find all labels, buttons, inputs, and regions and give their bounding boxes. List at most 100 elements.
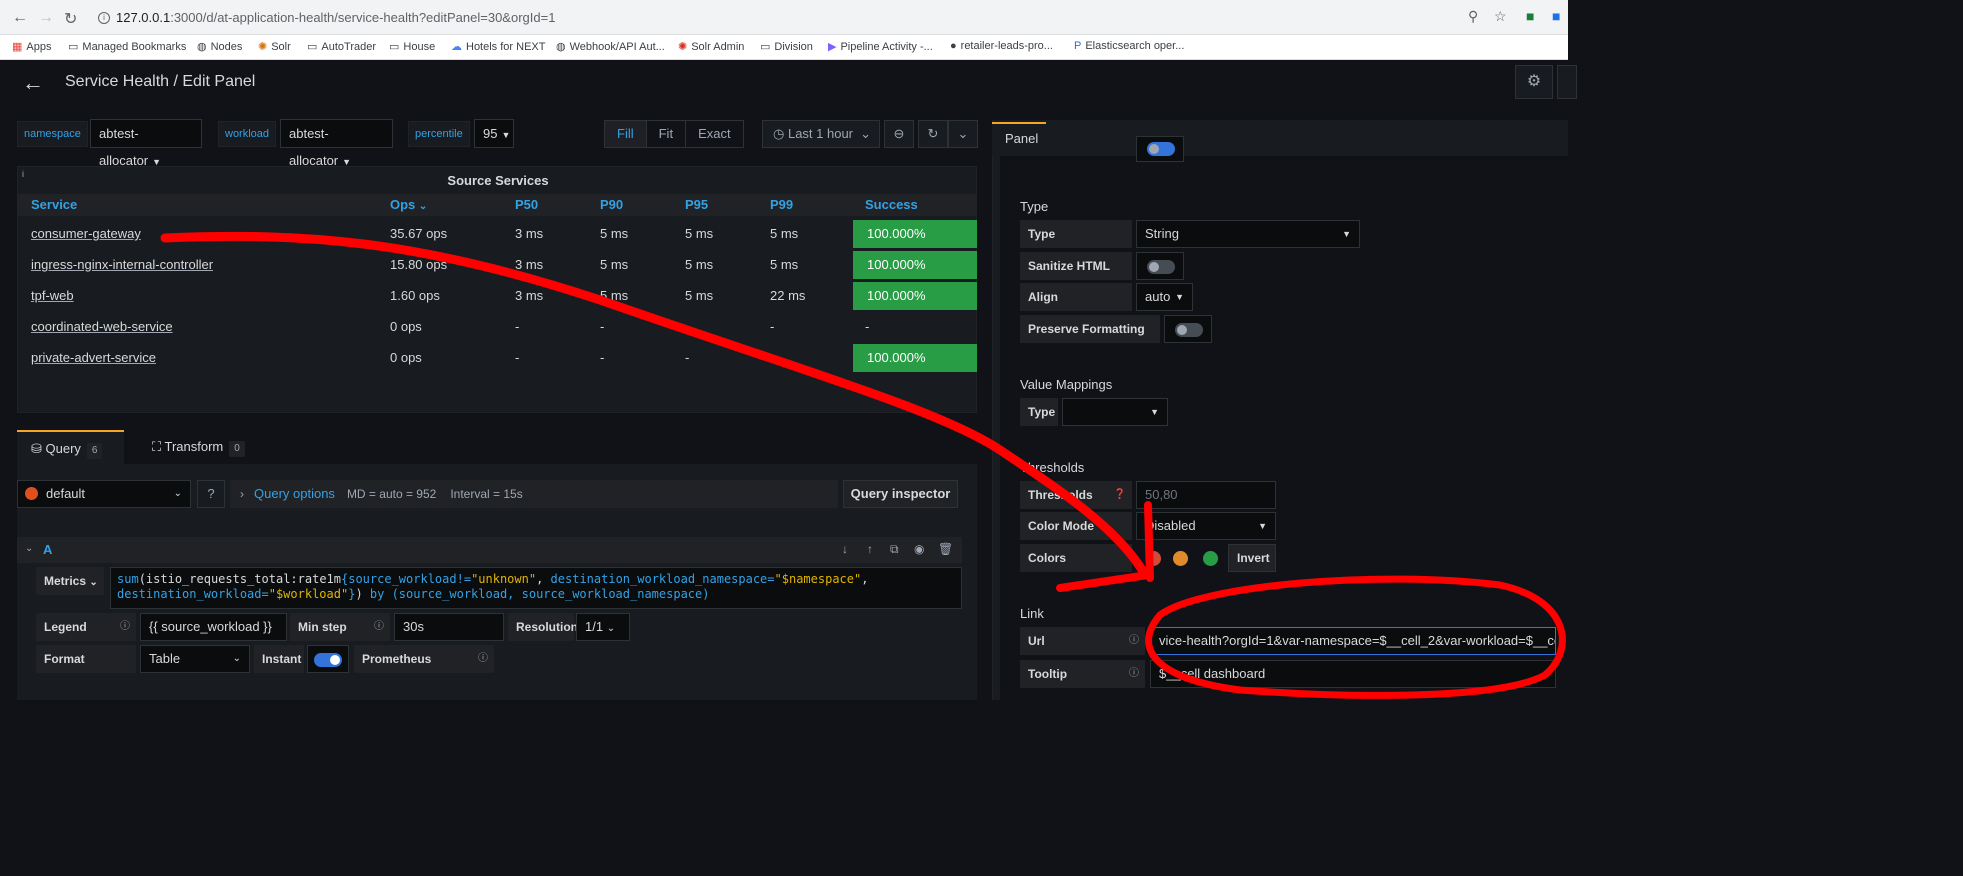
min-step-input[interactable]: 30s bbox=[394, 613, 504, 641]
mapping-type-select[interactable]: ▼ bbox=[1062, 398, 1168, 426]
bookmark-webhook[interactable]: ◍ Webhook/API Aut... bbox=[556, 40, 665, 53]
bookmark-nodes[interactable]: ◍ Nodes bbox=[197, 40, 242, 53]
duplicate-icon[interactable]: ⧉ bbox=[890, 542, 899, 557]
legend-input[interactable]: {{ source_workload }} bbox=[140, 613, 287, 641]
service-link[interactable]: tpf-web bbox=[31, 288, 74, 303]
save-button[interactable] bbox=[1557, 65, 1577, 99]
star-icon[interactable]: ☆ bbox=[1494, 8, 1507, 25]
github-icon: ● bbox=[950, 40, 957, 52]
service-link[interactable]: consumer-gateway bbox=[31, 226, 141, 241]
var-select-namespace[interactable]: abtest-allocator ▼ bbox=[90, 119, 202, 168]
align-label: Align bbox=[1020, 283, 1132, 311]
refresh-button[interactable]: ↻ bbox=[918, 120, 948, 148]
column-header-p95[interactable]: P95 bbox=[685, 197, 708, 212]
color-swatch-red[interactable] bbox=[1146, 551, 1161, 566]
resolution-select[interactable]: 1/1 ⌄ bbox=[576, 613, 630, 641]
metrics-dropdown[interactable]: Metrics ⌄ bbox=[36, 567, 104, 595]
thresholds-section-title: Thresholds bbox=[1020, 460, 1085, 475]
zoom-out-button[interactable]: ⊖ bbox=[884, 120, 914, 148]
refresh-interval-dropdown[interactable]: ⌄ bbox=[948, 120, 978, 148]
column-header-p99[interactable]: P99 bbox=[770, 197, 793, 212]
chevron-down-icon: ⌄ bbox=[232, 653, 241, 664]
format-select[interactable]: Table ⌄ bbox=[140, 645, 250, 673]
datasource-select[interactable]: default ⌄ bbox=[17, 480, 191, 508]
browser-reload-icon[interactable]: ↻ bbox=[64, 9, 77, 29]
partial-toggle[interactable] bbox=[1136, 136, 1184, 162]
tab-panel[interactable]: Panel bbox=[992, 122, 1046, 156]
column-header-p50[interactable]: P50 bbox=[515, 197, 538, 212]
column-header-p90[interactable]: P90 bbox=[600, 197, 623, 212]
settings-button[interactable]: ⚙ bbox=[1515, 65, 1553, 99]
time-range-picker[interactable]: ◷ Last 1 hour ⌄ bbox=[762, 120, 880, 148]
column-header-service[interactable]: Service bbox=[31, 197, 77, 212]
query-inspector-button[interactable]: Query inspector bbox=[843, 480, 958, 508]
bookmark-autotrader[interactable]: ▭ AutoTrader bbox=[307, 40, 376, 53]
help-icon: ❓ bbox=[1113, 489, 1126, 500]
sanitize-html-toggle[interactable] bbox=[1136, 252, 1184, 280]
tab-transform[interactable]: ⛶ Transform 0 bbox=[152, 430, 245, 464]
url-input[interactable]: vice-health?orgId=1&var-namespace=$__cel… bbox=[1150, 627, 1556, 655]
bookmark-apps[interactable]: ▦ Apps bbox=[12, 40, 51, 53]
zoom-icon[interactable]: ⚲ bbox=[1468, 8, 1478, 25]
move-up-icon[interactable]: ↑ bbox=[867, 542, 873, 556]
invert-button[interactable]: Invert bbox=[1228, 544, 1276, 572]
bookmark-solr[interactable]: ✺ Solr bbox=[258, 40, 291, 53]
query-row-header[interactable]: ⌄ A ↓ ↑ ⧉ ◉ 🗑 bbox=[17, 537, 962, 563]
browser-forward-icon[interactable]: → bbox=[38, 9, 54, 27]
address-bar[interactable]: i 127.0.0.1:3000/d/at-application-health… bbox=[90, 5, 1520, 31]
var-select-percentile[interactable]: 95 ▼ bbox=[474, 119, 514, 148]
bookmark-pipeline[interactable]: ▶ Pipeline Activity -... bbox=[828, 40, 933, 53]
fill-button[interactable]: Fill bbox=[605, 121, 647, 147]
tooltip-input[interactable]: $__cell dashboard bbox=[1150, 660, 1556, 688]
success-cell: 100.000% bbox=[853, 220, 977, 248]
exact-button[interactable]: Exact bbox=[686, 121, 743, 147]
service-link[interactable]: coordinated-web-service bbox=[31, 319, 173, 334]
site-info-icon[interactable]: i bbox=[98, 12, 110, 24]
p90-cell: 5 ms bbox=[600, 257, 629, 272]
color-mode-select[interactable]: Disabled ▼ bbox=[1136, 512, 1276, 540]
var-select-workload[interactable]: abtest-allocator ▼ bbox=[280, 119, 393, 168]
bookmark-managed[interactable]: ▭ Managed Bookmarks bbox=[68, 40, 186, 53]
help-button[interactable]: ? bbox=[197, 480, 225, 508]
move-down-icon[interactable]: ↓ bbox=[842, 542, 848, 556]
preserve-formatting-toggle[interactable] bbox=[1164, 315, 1212, 343]
browser-back-icon[interactable]: ← bbox=[12, 9, 28, 27]
info-icon: ⓘ bbox=[1129, 635, 1139, 646]
fit-button[interactable]: Fit bbox=[647, 121, 687, 147]
back-arrow-icon[interactable]: ← bbox=[22, 70, 44, 96]
bookmark-division[interactable]: ▭ Division bbox=[760, 40, 813, 53]
bookmark-solr-admin[interactable]: ✺ Solr Admin bbox=[678, 40, 744, 53]
bookmark-retailer[interactable]: ● retailer-leads-pro... bbox=[950, 40, 1053, 52]
chevron-down-icon[interactable]: ⌄ bbox=[25, 543, 33, 554]
query-options-bar[interactable]: › Query options MD = auto = 952 Interval = … bbox=[230, 480, 838, 508]
instant-toggle[interactable] bbox=[307, 645, 349, 673]
color-swatch-orange[interactable] bbox=[1173, 551, 1188, 566]
service-link[interactable]: private-advert-service bbox=[31, 350, 156, 365]
trash-icon[interactable]: 🗑 bbox=[938, 542, 953, 556]
bookmark-elasticsearch[interactable]: P Elasticsearch oper... bbox=[1074, 40, 1184, 52]
caret-down-icon: ▼ bbox=[1342, 229, 1351, 239]
tab-query[interactable]: ⛁ Query 6 bbox=[17, 430, 124, 464]
align-select[interactable]: auto ▼ bbox=[1136, 283, 1193, 311]
type-select[interactable]: String ▼ bbox=[1136, 220, 1360, 248]
chevron-down-icon: ⌄ bbox=[860, 126, 871, 141]
promql-expression[interactable]: sum(istio_requests_total:rate1m{source_w… bbox=[110, 567, 962, 609]
panel-title: Source Services bbox=[447, 173, 549, 188]
caret-down-icon: ▼ bbox=[1258, 521, 1267, 531]
page-title: Service Health / Edit Panel bbox=[65, 73, 256, 90]
bookmark-hotels[interactable]: ☁ Hotels for NEXT bbox=[451, 40, 545, 53]
extension-icon-2[interactable]: ■ bbox=[1552, 8, 1560, 24]
extension-icon[interactable]: ■ bbox=[1526, 8, 1534, 24]
column-header-success[interactable]: Success bbox=[865, 197, 918, 212]
table-row: coordinated-web-service 0 ops - - - - - bbox=[18, 311, 976, 342]
eye-icon[interactable]: ◉ bbox=[914, 542, 924, 556]
thresholds-input[interactable]: 50,80 bbox=[1136, 481, 1276, 509]
bookmark-house[interactable]: ▭ House bbox=[389, 40, 435, 53]
p50-cell: - bbox=[515, 350, 520, 365]
table-row: private-advert-service 0 ops - - - - 100… bbox=[18, 342, 977, 373]
refresh-icon: ↻ bbox=[927, 126, 939, 141]
column-header-ops[interactable]: Ops ⌄ bbox=[390, 197, 427, 212]
service-link[interactable]: ingress-nginx-internal-controller bbox=[31, 257, 213, 272]
format-label: Format bbox=[36, 645, 136, 673]
color-swatch-green[interactable] bbox=[1203, 551, 1218, 566]
